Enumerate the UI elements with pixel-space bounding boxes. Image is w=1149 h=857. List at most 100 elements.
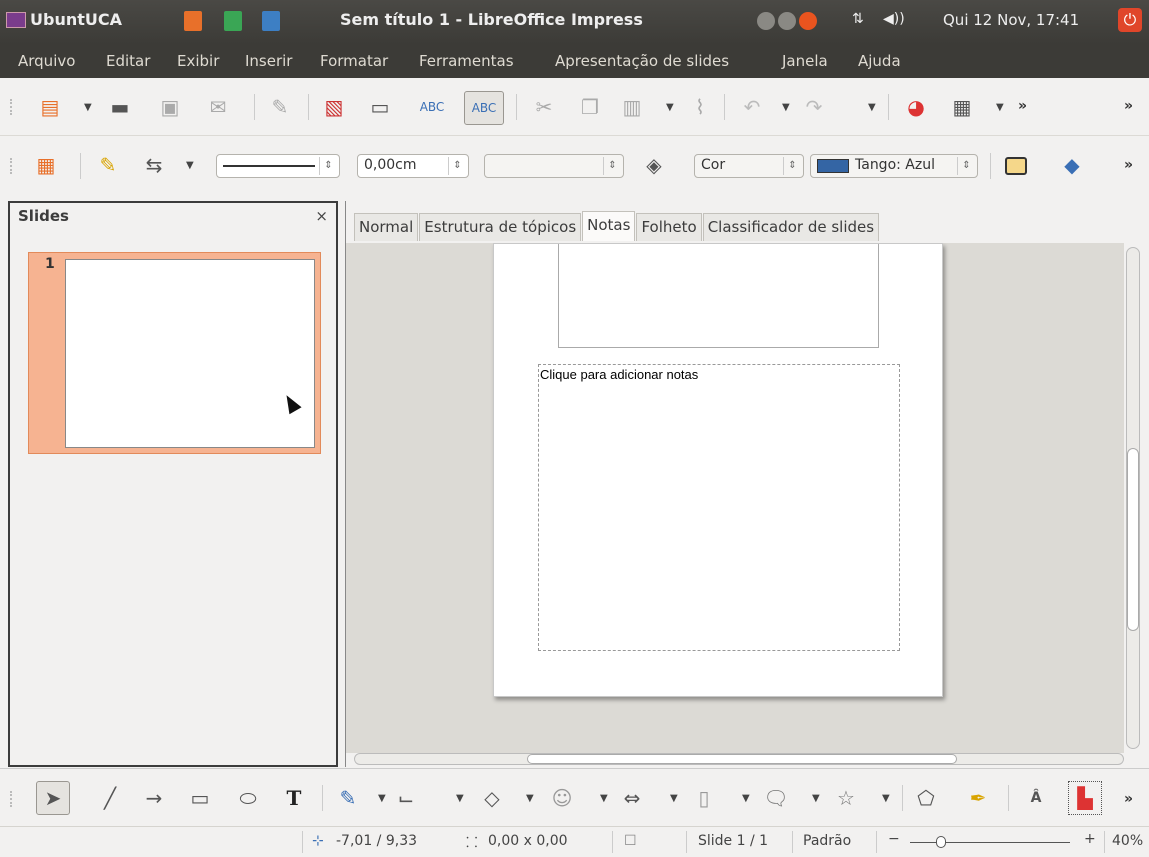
line-tool-icon[interactable]: ╱ xyxy=(96,784,124,812)
spin-icon[interactable]: ⇕ xyxy=(783,157,801,175)
layout-name[interactable]: Padrão xyxy=(803,833,851,849)
autospellcheck-icon[interactable]: ABC xyxy=(464,91,504,125)
text-tool-icon[interactable]: T xyxy=(280,784,308,812)
zoom-out-icon[interactable]: − xyxy=(888,831,900,847)
block-arrows-icon[interactable]: ⇔ xyxy=(618,784,646,812)
toolbar-grip[interactable] xyxy=(10,99,14,115)
chart-icon[interactable]: ◕ xyxy=(902,93,930,121)
undo-icon[interactable]: ↶ xyxy=(738,93,766,121)
symbol-shapes-icon[interactable]: ☺ xyxy=(548,784,576,812)
close-window-icon[interactable] xyxy=(799,12,817,30)
shadow-icon[interactable] xyxy=(1002,152,1030,180)
chevron-down-icon[interactable]: ▼ xyxy=(882,793,890,804)
chevron-down-icon[interactable]: ▼ xyxy=(456,793,464,804)
zoom-in-icon[interactable]: + xyxy=(1084,831,1096,847)
export-pdf-icon[interactable]: ▧ xyxy=(320,93,348,121)
chevron-down-icon[interactable]: ▼ xyxy=(782,102,790,113)
toolbar-grip[interactable] xyxy=(10,158,14,174)
slide-thumbnail[interactable] xyxy=(65,259,315,448)
overflow-icon[interactable]: » xyxy=(1124,791,1133,807)
save-icon[interactable]: ▣ xyxy=(156,93,184,121)
curve-icon[interactable]: ✎ xyxy=(334,784,362,812)
menu-exibir[interactable]: Exibir xyxy=(177,52,219,70)
ellipse-icon[interactable]: ⬭ xyxy=(234,784,262,812)
overflow-icon[interactable]: » xyxy=(1124,98,1133,114)
flowchart-icon[interactable]: ▯ xyxy=(690,784,718,812)
menu-arquivo[interactable]: Arquivo xyxy=(18,52,75,70)
tab-slide-sorter[interactable]: Classificador de slides xyxy=(702,213,880,241)
redo-icon[interactable]: ↷ xyxy=(800,93,828,121)
chevron-down-icon[interactable]: ▼ xyxy=(812,793,820,804)
vertical-scroll-thumb[interactable] xyxy=(1127,448,1139,631)
print-icon[interactable]: ▭ xyxy=(366,93,394,121)
app-name[interactable]: UbuntUCA xyxy=(30,10,122,29)
tab-outline[interactable]: Estrutura de tópicos xyxy=(419,213,582,241)
menu-ajuda[interactable]: Ajuda xyxy=(858,52,901,70)
tab-notes[interactable]: Notas xyxy=(582,211,636,241)
minimize-icon[interactable] xyxy=(757,12,775,30)
line-width-field[interactable]: 0,00cm ⇕ xyxy=(357,154,469,178)
callout-icon[interactable]: 🗨 xyxy=(762,784,790,812)
stars-icon[interactable]: ☆ xyxy=(832,784,860,812)
toolbar-grip[interactable] xyxy=(10,791,14,807)
image-insert-icon[interactable]: ▙ xyxy=(1068,781,1102,815)
chevron-down-icon[interactable]: ▼ xyxy=(84,102,92,113)
paste-icon[interactable]: ▥ xyxy=(618,93,646,121)
points-icon[interactable]: ⬠ xyxy=(912,784,940,812)
chevron-down-icon[interactable]: ▼ xyxy=(378,793,386,804)
chevron-down-icon[interactable]: ▼ xyxy=(996,102,1004,113)
writer-launcher-icon[interactable] xyxy=(262,11,280,31)
maximize-icon[interactable] xyxy=(778,12,796,30)
area-style-select[interactable]: Cor ⇕ xyxy=(694,154,804,178)
clone-formatting-icon[interactable]: ⌇ xyxy=(686,93,714,121)
arrow-style-icon[interactable]: ⇆ xyxy=(140,151,168,179)
slide-thumbnail-selected[interactable]: 1 xyxy=(28,252,321,454)
horizontal-scrollbar[interactable] xyxy=(354,753,1124,765)
line-icon[interactable]: ✎ xyxy=(94,151,122,179)
line-style-select[interactable]: ⇕ xyxy=(216,154,340,178)
spin-icon[interactable]: ⇕ xyxy=(957,157,975,175)
app-logo-icon[interactable] xyxy=(6,12,26,28)
zoom-slider[interactable] xyxy=(910,836,1070,848)
email-icon[interactable]: ✉ xyxy=(204,93,232,121)
menu-apresentacao[interactable]: Apresentação de slides xyxy=(555,52,729,70)
clock[interactable]: Qui 12 Nov, 17:41 xyxy=(943,11,1079,29)
notes-placeholder[interactable]: Clique para adicionar notas xyxy=(538,364,900,651)
rectangle-icon[interactable]: ▭ xyxy=(186,784,214,812)
area-color-select[interactable]: Tango: Azul ⇕ xyxy=(810,154,978,178)
impress-launcher-icon[interactable] xyxy=(184,11,202,31)
chevron-down-icon[interactable]: ▼ xyxy=(666,102,674,113)
menu-formatar[interactable]: Formatar xyxy=(320,52,388,70)
tab-handout[interactable]: Folheto xyxy=(636,213,702,241)
spin-icon[interactable]: ⇕ xyxy=(319,157,337,175)
menu-ferramentas[interactable]: Ferramentas xyxy=(419,52,514,70)
calc-launcher-icon[interactable] xyxy=(224,11,242,31)
menu-editar[interactable]: Editar xyxy=(106,52,150,70)
zoom-level[interactable]: 40% xyxy=(1112,833,1143,849)
chevron-down-icon[interactable]: ▼ xyxy=(526,793,534,804)
chevron-down-icon[interactable]: ▼ xyxy=(670,793,678,804)
more-icon[interactable]: » xyxy=(1018,98,1027,114)
chevron-down-icon[interactable]: ▼ xyxy=(742,793,750,804)
area-icon[interactable]: ◈ xyxy=(640,151,668,179)
spin-icon[interactable]: ⇕ xyxy=(603,157,621,175)
tab-normal[interactable]: Normal xyxy=(354,213,419,241)
arrow-line-icon[interactable]: → xyxy=(140,784,168,812)
basic-shapes-icon[interactable]: ◇ xyxy=(478,784,506,812)
document-modified-icon[interactable]: ☐ xyxy=(624,833,637,849)
open-folder-icon[interactable]: ▬ xyxy=(106,93,134,121)
new-document-icon[interactable]: ▤ xyxy=(36,93,64,121)
network-icon[interactable]: ⇅ xyxy=(852,11,864,27)
power-icon[interactable]: ⏻ xyxy=(1118,8,1142,32)
horizontal-scroll-thumb[interactable] xyxy=(527,754,957,764)
notes-canvas[interactable]: Clique para adicionar notas xyxy=(346,243,1124,753)
edit-file-icon[interactable]: ✎ xyxy=(266,93,294,121)
chevron-down-icon[interactable]: ▼ xyxy=(600,793,608,804)
spellcheck-icon[interactable]: ABC xyxy=(418,93,446,121)
chevron-down-icon[interactable]: ▼ xyxy=(186,160,194,171)
glue-points-icon[interactable]: ✒ xyxy=(964,784,992,812)
volume-icon[interactable]: ◀)) xyxy=(883,11,905,27)
menu-janela[interactable]: Janela xyxy=(782,52,828,70)
menu-inserir[interactable]: Inserir xyxy=(245,52,292,70)
connector-icon[interactable]: ⌙ xyxy=(392,784,420,812)
